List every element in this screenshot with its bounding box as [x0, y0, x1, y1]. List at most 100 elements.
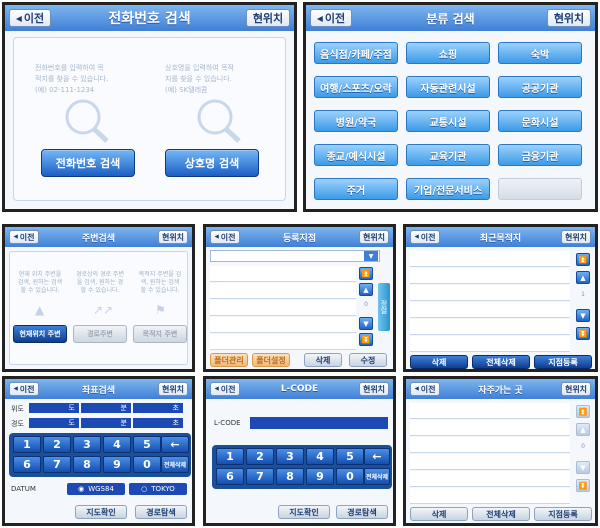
- page-up-icon[interactable]: ⏫: [576, 405, 590, 418]
- key-3[interactable]: 3: [276, 448, 304, 465]
- back-button[interactable]: ◀ 이전: [9, 382, 39, 396]
- category-travel[interactable]: 여행/스포츠/오락: [314, 76, 398, 98]
- key-6[interactable]: 6: [216, 468, 244, 485]
- key-5[interactable]: 5: [133, 436, 161, 453]
- register-point-button[interactable]: 지점등록: [534, 507, 592, 521]
- chevron-down-icon[interactable]: ▼: [364, 251, 378, 261]
- category-food[interactable]: 음식점/카페/주점: [314, 42, 398, 64]
- back-button[interactable]: ◀ 이전: [410, 382, 440, 396]
- sort-tab[interactable]: 정렬: [378, 283, 390, 331]
- list-item[interactable]: [410, 251, 570, 267]
- key-1[interactable]: 1: [216, 448, 244, 465]
- map-check-button[interactable]: 지도확인: [75, 505, 127, 519]
- key-0[interactable]: 0: [133, 456, 161, 473]
- name-search-button[interactable]: 상호명 검색: [165, 149, 259, 177]
- back-button[interactable]: ◀ 이전: [210, 230, 240, 244]
- nearby-current-button[interactable]: 현재위치 주변: [13, 325, 67, 343]
- datum-wgs84-option[interactable]: ◉ WGS84: [67, 483, 125, 495]
- key-4[interactable]: 4: [103, 436, 131, 453]
- key-6[interactable]: 6: [13, 456, 41, 473]
- phone-search-button[interactable]: 전화번호 검색: [41, 149, 135, 177]
- category-culture[interactable]: 문화시설: [498, 110, 582, 132]
- back-button[interactable]: ◀ 이전: [410, 230, 440, 244]
- key-1[interactable]: 1: [13, 436, 41, 453]
- category-religion[interactable]: 종교/예식시설: [314, 144, 398, 166]
- key-8[interactable]: 8: [73, 456, 101, 473]
- map-check-button[interactable]: 지도확인: [278, 505, 330, 519]
- delete-all-button[interactable]: 전체삭제: [472, 355, 530, 369]
- category-auto[interactable]: 자동관련시설: [406, 76, 490, 98]
- clear-all-key[interactable]: 전체삭제: [161, 456, 189, 473]
- category-education[interactable]: 교육기관: [406, 144, 490, 166]
- folder-dropdown[interactable]: [210, 250, 380, 262]
- list-item[interactable]: [410, 285, 570, 301]
- list-item[interactable]: [410, 420, 570, 436]
- delete-button[interactable]: 삭제: [410, 355, 468, 369]
- back-button[interactable]: ◀ 이전: [9, 230, 39, 244]
- scroll-down-icon[interactable]: ▼: [359, 317, 373, 330]
- current-location-button[interactable]: 현위치: [158, 382, 188, 396]
- key-5[interactable]: 5: [336, 448, 364, 465]
- key-4[interactable]: 4: [306, 448, 334, 465]
- back-button[interactable]: ◀ 이전: [9, 9, 51, 27]
- scroll-down-icon[interactable]: ▼: [576, 309, 590, 322]
- folder-setting-button[interactable]: 폴더설정: [252, 353, 290, 367]
- route-search-button[interactable]: 경로탐색: [135, 505, 187, 519]
- register-point-button[interactable]: 지점등록: [534, 355, 592, 369]
- category-transport[interactable]: 교통시설: [406, 110, 490, 132]
- key-8[interactable]: 8: [276, 468, 304, 485]
- key-7[interactable]: 7: [246, 468, 274, 485]
- latitude-second-field[interactable]: 초: [133, 403, 183, 413]
- edit-button[interactable]: 수정: [349, 353, 387, 367]
- list-item[interactable]: [410, 454, 570, 470]
- list-item[interactable]: [410, 336, 570, 352]
- current-location-button[interactable]: 현위치: [547, 9, 591, 27]
- current-location-button[interactable]: 현위치: [359, 230, 389, 244]
- category-finance[interactable]: 금융기관: [498, 144, 582, 166]
- latitude-minute-field[interactable]: 분: [81, 403, 131, 413]
- category-residence[interactable]: 주거: [314, 178, 398, 200]
- longitude-degree-field[interactable]: 도: [29, 418, 79, 428]
- scroll-up-icon[interactable]: ▲: [359, 283, 373, 296]
- list-item[interactable]: [410, 488, 570, 504]
- delete-button[interactable]: 삭제: [410, 507, 468, 521]
- latitude-degree-field[interactable]: 도: [29, 403, 79, 413]
- nearby-dest-button[interactable]: 목적지 주변: [133, 325, 187, 343]
- page-down-icon[interactable]: ⏬: [359, 333, 373, 346]
- current-location-button[interactable]: 현위치: [359, 382, 389, 396]
- lcode-input[interactable]: [250, 417, 388, 429]
- page-up-icon[interactable]: ⏫: [359, 267, 373, 280]
- delete-all-button[interactable]: 전체삭제: [472, 507, 530, 521]
- key-3[interactable]: 3: [73, 436, 101, 453]
- page-up-icon[interactable]: ⏫: [576, 253, 590, 266]
- list-item[interactable]: [410, 302, 570, 318]
- longitude-minute-field[interactable]: 분: [81, 418, 131, 428]
- category-public[interactable]: 공공기관: [498, 76, 582, 98]
- key-2[interactable]: 2: [246, 448, 274, 465]
- list-item[interactable]: [410, 403, 570, 419]
- list-item[interactable]: [210, 317, 356, 333]
- current-location-button[interactable]: 현위치: [246, 9, 290, 27]
- list-item[interactable]: [210, 283, 356, 299]
- back-button[interactable]: ◀ 이전: [210, 382, 240, 396]
- category-lodging[interactable]: 숙박: [498, 42, 582, 64]
- route-search-button[interactable]: 경로탐색: [336, 505, 388, 519]
- list-item[interactable]: [210, 266, 356, 282]
- current-location-button[interactable]: 현위치: [561, 230, 591, 244]
- datum-tokyo-option[interactable]: ○ TOKYO: [129, 483, 187, 495]
- back-button[interactable]: ◀ 이전: [310, 9, 352, 27]
- scroll-down-icon[interactable]: ▼: [576, 461, 590, 474]
- category-hospital[interactable]: 병원/약국: [314, 110, 398, 132]
- category-shopping[interactable]: 쇼핑: [406, 42, 490, 64]
- delete-button[interactable]: 삭제: [304, 353, 342, 367]
- list-item[interactable]: [210, 300, 356, 316]
- clear-all-key[interactable]: 전체삭제: [364, 468, 390, 485]
- nearby-route-button[interactable]: 경로주변: [73, 325, 127, 343]
- current-location-button[interactable]: 현위치: [561, 382, 591, 396]
- backspace-key[interactable]: ←: [161, 436, 189, 453]
- page-down-icon[interactable]: ⏬: [576, 479, 590, 492]
- key-2[interactable]: 2: [43, 436, 71, 453]
- list-item[interactable]: [410, 471, 570, 487]
- scroll-up-icon[interactable]: ▲: [576, 271, 590, 284]
- list-item[interactable]: [210, 334, 356, 350]
